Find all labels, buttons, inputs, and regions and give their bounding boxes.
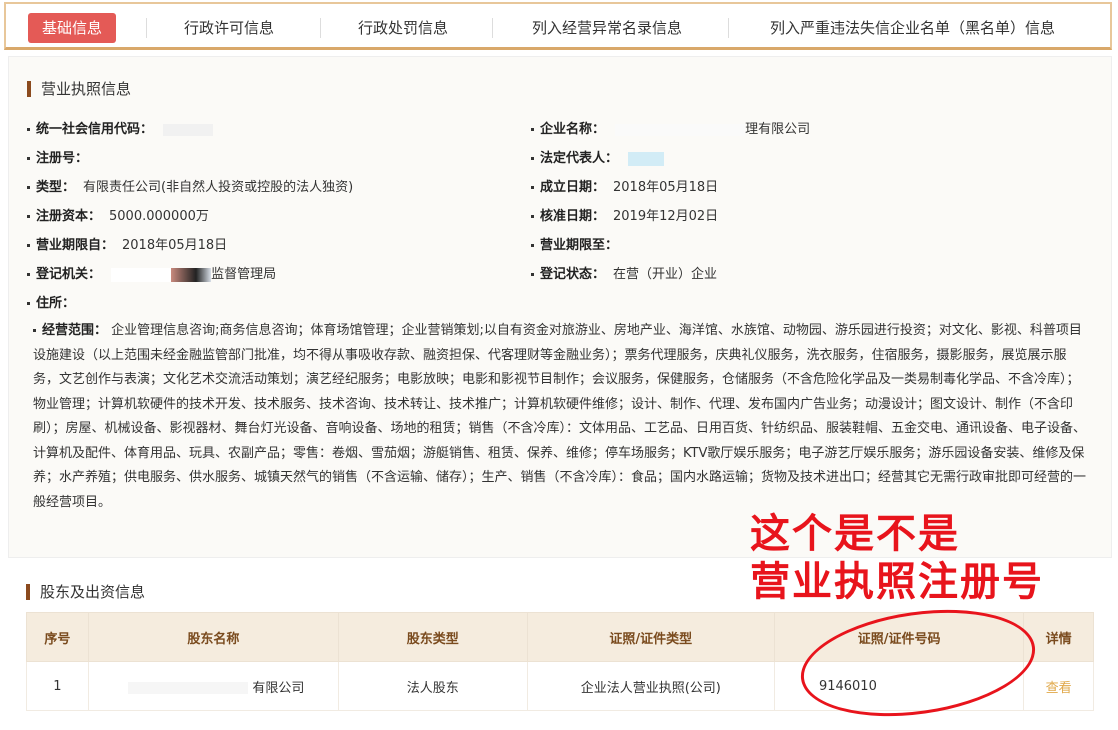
tab-basic-info[interactable]: 基础信息 <box>28 13 117 43</box>
tab-divider <box>146 18 147 38</box>
red-annotation: 这个是不是 营业执照注册号 <box>750 511 1044 605</box>
tab-abnormal-list[interactable]: 列入经营异常名录信息 <box>532 13 682 43</box>
reg-no-field: 注册号： <box>27 147 88 166</box>
view-detail-link[interactable]: 查看 <box>1023 661 1094 711</box>
tab-blacklist[interactable]: 列入严重违法失信企业名单（黑名单）信息 <box>770 13 1055 43</box>
cell-id-type: 企业法人营业执照(公司) <box>526 661 775 711</box>
legal-rep-field: 法定代表人： <box>531 147 665 166</box>
tab-admin-penalty[interactable]: 行政处罚信息 <box>358 13 448 43</box>
address-field: 住所： <box>27 292 75 311</box>
business-scope: 经营范围： 企业管理信息咨询;商务信息咨询；体育场馆管理；企业营销策划;以自有资… <box>33 323 1087 510</box>
redacted-blur <box>128 682 249 694</box>
license-panel: 营业执照信息 统一社会信用代码： 注册号： 类型： 有限责任公司(非自然人投资或控… <box>8 56 1112 558</box>
business-scope-text: 企业管理信息咨询;商务信息咨询；体育场馆管理；企业营销策划;以自有资金对旅游业、… <box>33 323 1087 510</box>
tab-divider <box>492 18 493 38</box>
redacted-blur <box>163 123 214 136</box>
type-field: 类型： 有限责任公司(非自然人投资或控股的法人独资) <box>27 176 353 195</box>
redacted-blur <box>628 151 665 166</box>
company-name-field: 企业名称： 理有限公司 <box>531 118 810 137</box>
status-field: 登记状态： 在营（开业）企业 <box>531 263 717 282</box>
shareholder-section-title: 股东及出资信息 <box>26 584 145 600</box>
col-header-name: 股东名称 <box>87 612 339 662</box>
cell-index: 1 <box>26 661 89 711</box>
col-header-type: 股东类型 <box>337 612 528 662</box>
approve-date-field: 核准日期： 2019年12月02日 <box>531 205 718 224</box>
redacted-blur <box>111 267 212 282</box>
tab-admin-license[interactable]: 行政许可信息 <box>184 13 274 43</box>
credit-code-field: 统一社会信用代码： <box>27 118 214 137</box>
term-to-field: 营业期限至： <box>531 234 618 253</box>
tab-divider <box>320 18 321 38</box>
license-section-title: 营业执照信息 <box>27 81 131 97</box>
authority-field: 登记机关： 监督管理局 <box>27 263 276 282</box>
col-header-id-type: 证照/证件类型 <box>526 612 775 662</box>
cell-type: 法人股东 <box>337 661 528 711</box>
est-date-field: 成立日期： 2018年05月18日 <box>531 176 718 195</box>
cell-name: 有限公司 <box>87 661 339 711</box>
capital-field: 注册资本： 5000.000000万 <box>27 205 209 224</box>
col-header-index: 序号 <box>26 612 89 662</box>
tab-bar: 基础信息 行政许可信息 行政处罚信息 列入经营异常名录信息 列入严重违法失信企业… <box>4 2 1112 50</box>
term-from-field: 营业期限自： 2018年05月18日 <box>27 234 227 253</box>
tab-divider <box>728 18 729 38</box>
redacted-blur <box>615 123 746 136</box>
